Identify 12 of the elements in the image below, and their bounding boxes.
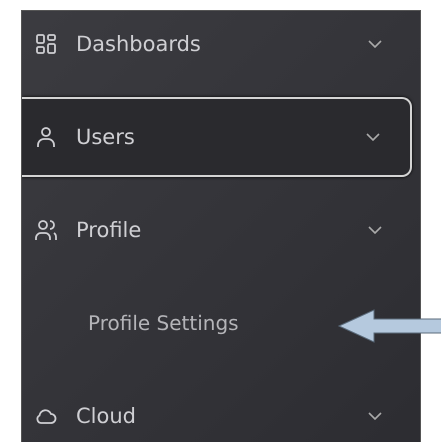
users-icon — [34, 218, 58, 242]
chevron-icon — [366, 133, 380, 141]
submenu-item[interactable]: Profile Settings — [22, 283, 412, 363]
user-icon — [34, 125, 58, 149]
chevron-icon — [368, 40, 382, 48]
menu-item[interactable]: Dashboards — [22, 11, 412, 84]
grid-icon — [34, 32, 58, 56]
menu-item[interactable]: Cloud — [22, 376, 412, 442]
chevron-icon — [368, 412, 382, 420]
menu-item[interactable]: Users — [22, 97, 412, 177]
menu-item[interactable]: Profile — [22, 190, 412, 270]
chevron-icon — [368, 226, 382, 234]
